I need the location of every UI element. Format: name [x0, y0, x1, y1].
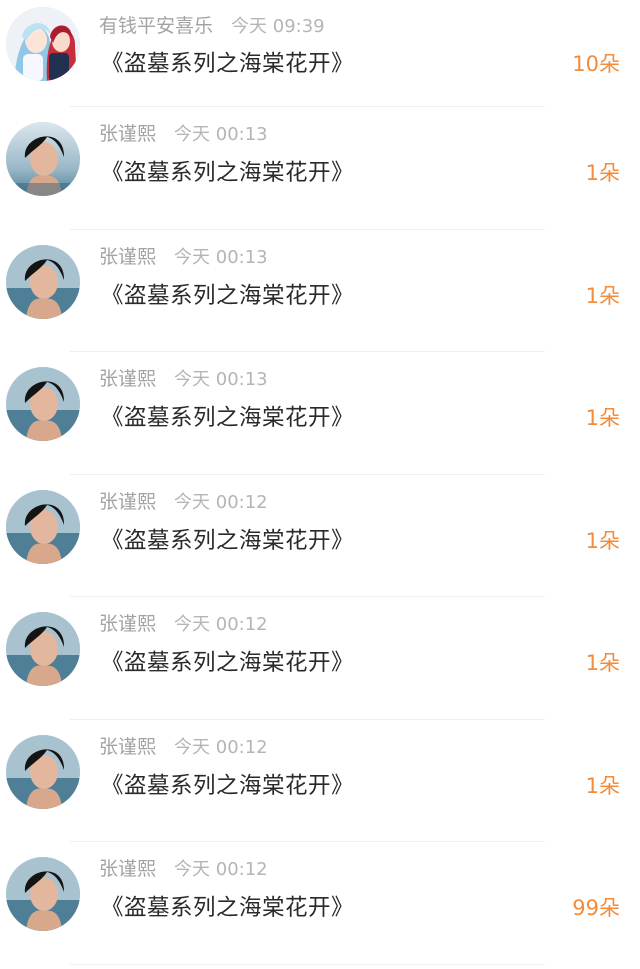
- list-item[interactable]: 有钱平安喜乐 今天 09:39 《盗墓系列之海棠花开》 10朵: [0, 0, 640, 107]
- anime-couple-avatar-icon: [6, 7, 80, 81]
- book-title[interactable]: 《盗墓系列之海棠花开》: [101, 645, 354, 681]
- avatar[interactable]: [6, 857, 80, 931]
- timestamp: 今天 00:12: [174, 736, 268, 758]
- list-item[interactable]: 张谨熙 今天 00:13 《盗墓系列之海棠花开》 1朵: [0, 230, 640, 352]
- gift-record-list: 有钱平安喜乐 今天 09:39 《盗墓系列之海棠花开》 10朵 张谨熙 今天 0…: [0, 0, 640, 969]
- username[interactable]: 张谨熙: [99, 858, 156, 880]
- record-meta: 张谨熙 今天 00:12: [99, 733, 268, 761]
- flower-count: 99朵: [572, 896, 620, 920]
- avatar[interactable]: [6, 122, 80, 196]
- book-title[interactable]: 《盗墓系列之海棠花开》: [101, 155, 354, 191]
- avatar[interactable]: [6, 367, 80, 441]
- username[interactable]: 有钱平安喜乐: [99, 15, 213, 37]
- book-title[interactable]: 《盗墓系列之海棠花开》: [101, 890, 354, 926]
- boy-portrait-avatar-icon: [6, 612, 80, 686]
- timestamp: 今天 09:39: [231, 16, 325, 37]
- timestamp: 今天 00:13: [174, 369, 268, 390]
- record-meta: 张谨熙 今天 00:13: [99, 120, 268, 148]
- boy-portrait-avatar-icon: [6, 734, 80, 809]
- flower-count: 1朵: [585, 161, 620, 185]
- avatar[interactable]: [6, 489, 80, 564]
- username[interactable]: 张谨熙: [99, 613, 156, 635]
- flower-count: 1朵: [585, 283, 620, 308]
- list-item[interactable]: 张谨熙 今天 00:12 《盗墓系列之海棠花开》 1朵: [0, 597, 640, 720]
- timestamp: 今天 00:13: [174, 124, 268, 145]
- username[interactable]: 张谨熙: [99, 123, 156, 145]
- list-item[interactable]: 张谨熙 今天 00:13 《盗墓系列之海棠花开》 1朵: [0, 107, 640, 230]
- book-title[interactable]: 《盗墓系列之海棠花开》: [101, 278, 354, 314]
- timestamp: 今天 00:12: [174, 614, 268, 635]
- avatar[interactable]: [6, 7, 80, 81]
- timestamp: 今天 00:12: [174, 859, 268, 880]
- boy-portrait-avatar-icon: [6, 244, 80, 319]
- list-item[interactable]: 张谨熙 今天 00:12 《盗墓系列之海棠花开》 1朵: [0, 720, 640, 842]
- record-meta: 张谨熙 今天 00:12: [99, 610, 268, 638]
- record-meta: 张谨熙 今天 00:13: [99, 243, 268, 271]
- timestamp: 今天 00:12: [174, 491, 268, 513]
- book-title[interactable]: 《盗墓系列之海棠花开》: [101, 400, 354, 436]
- username[interactable]: 张谨熙: [99, 736, 156, 758]
- boy-portrait-avatar-icon: [6, 367, 80, 441]
- boy-portrait-avatar-icon: [6, 489, 80, 564]
- avatar[interactable]: [6, 244, 80, 319]
- record-meta: 张谨熙 今天 00:12: [99, 855, 268, 883]
- boy-portrait-avatar-icon: [6, 857, 80, 931]
- list-item[interactable]: 张谨熙 今天 00:12 《盗墓系列之海棠花开》 1朵: [0, 475, 640, 597]
- flower-count: 10朵: [572, 52, 620, 76]
- book-title[interactable]: 《盗墓系列之海棠花开》: [101, 46, 354, 82]
- list-item[interactable]: 张谨熙 今天 00:13 《盗墓系列之海棠花开》 1朵: [0, 352, 640, 475]
- timestamp: 今天 00:13: [174, 246, 268, 268]
- record-meta: 张谨熙 今天 00:13: [99, 365, 268, 393]
- flower-count: 1朵: [585, 773, 620, 798]
- record-meta: 有钱平安喜乐 今天 09:39: [99, 12, 325, 40]
- book-title[interactable]: 《盗墓系列之海棠花开》: [101, 523, 354, 559]
- boy-portrait-avatar-icon: [6, 122, 80, 196]
- record-meta: 张谨熙 今天 00:12: [99, 488, 268, 516]
- username[interactable]: 张谨熙: [99, 368, 156, 390]
- book-title[interactable]: 《盗墓系列之海棠花开》: [101, 768, 354, 804]
- flower-count: 1朵: [585, 528, 620, 553]
- list-item[interactable]: 张谨熙 今天 00:12 《盗墓系列之海棠花开》 99朵: [0, 842, 640, 965]
- avatar[interactable]: [6, 734, 80, 809]
- avatar[interactable]: [6, 612, 80, 686]
- username[interactable]: 张谨熙: [99, 246, 156, 268]
- flower-count: 1朵: [585, 406, 620, 430]
- flower-count: 1朵: [585, 651, 620, 675]
- username[interactable]: 张谨熙: [99, 491, 156, 513]
- divider: [70, 963, 545, 965]
